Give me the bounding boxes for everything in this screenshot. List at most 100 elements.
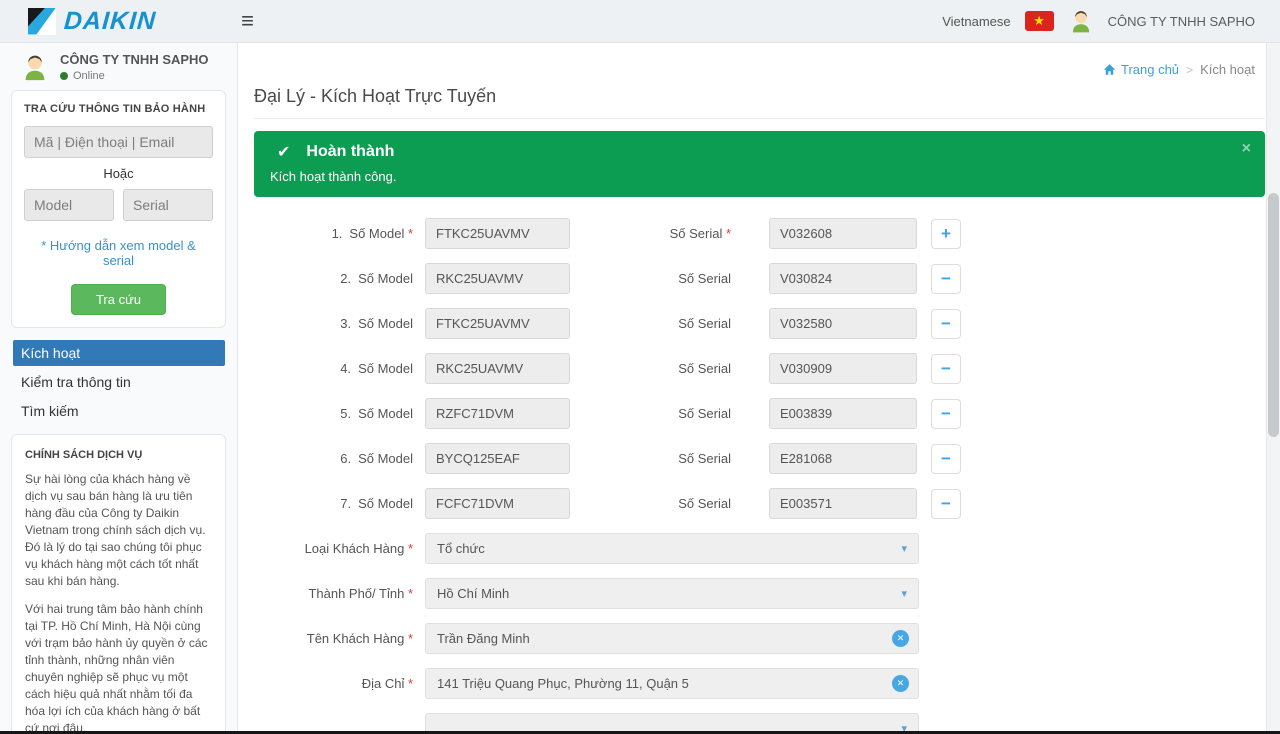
topbar-user-name[interactable]: CÔNG TY TNHH SAPHO [1108, 14, 1255, 29]
form-field-row: Tên Khách Hàng * Trần Đăng Minh ✕ [254, 623, 1265, 654]
service-policy-card: CHÍNH SÁCH DỊCH VỤ Sự hài lòng của khách… [11, 434, 226, 734]
serial-input[interactable] [769, 263, 917, 294]
serial-input[interactable] [769, 218, 917, 249]
model-label: 4.Số Model * [254, 361, 413, 376]
select-field[interactable]: Tổ chức ▾ [425, 533, 919, 564]
device-row: 6.Số Model * Số Serial * − [254, 443, 1265, 474]
field-value: 141 Triệu Quang Phục, Phường 11, Quận 5 [437, 676, 689, 691]
remove-row-button[interactable]: − [931, 489, 961, 519]
sidebar-user: CÔNG TY TNHH SAPHO Online [0, 43, 237, 90]
model-input[interactable] [425, 353, 570, 384]
chevron-down-icon: ▾ [901, 587, 907, 600]
serial-label: Số Serial * [611, 496, 731, 511]
form-field-row: Loại Khách Hàng * Tổ chức ▾ [254, 533, 1265, 564]
online-status-dot [60, 72, 68, 80]
field-label: Loại Khách Hàng * [254, 541, 413, 556]
model-label: 6.Số Model * [254, 451, 413, 466]
code-phone-email-input[interactable] [24, 126, 213, 158]
model-input[interactable] [425, 308, 570, 339]
serial-label: Số Serial * [611, 316, 731, 331]
policy-paragraph: Sự hài lòng của khách hàng về dịch vụ sa… [25, 471, 212, 590]
serial-label: Số Serial * [611, 226, 731, 241]
serial-label: Số Serial * [611, 271, 731, 286]
main-content: Trang chủ > Kích hoạt Đại Lý - Kích Hoạt… [237, 43, 1280, 734]
model-input[interactable] [425, 443, 570, 474]
serial-input[interactable] [769, 308, 917, 339]
alert-title: Hoàn thành [306, 143, 394, 161]
remove-row-button[interactable]: − [931, 354, 961, 384]
sidebar-menu-item[interactable]: Kích hoạt [13, 340, 225, 366]
daikin-logo-text: DAIKIN [63, 7, 157, 36]
device-row: 1.Số Model * Số Serial * + [254, 218, 1265, 249]
serial-input[interactable] [769, 443, 917, 474]
vertical-scrollbar [1266, 43, 1280, 731]
field-value: Tổ chức [437, 541, 485, 556]
serial-input[interactable] [769, 488, 917, 519]
sidebar-menu: Kích hoạt Kiểm tra thông tin Tìm kiếm [13, 340, 225, 424]
field-label: Địa Chỉ * [254, 676, 413, 691]
alert-message: Kích hoạt thành công. [270, 169, 1249, 184]
warranty-search-card: TRA CỨU THÔNG TIN BẢO HÀNH Hoặc * Hướng … [11, 90, 226, 328]
scrollbar-thumb[interactable] [1268, 193, 1279, 437]
breadcrumb-current: Kích hoạt [1200, 62, 1255, 77]
breadcrumb-home-link[interactable]: Trang chủ [1103, 62, 1179, 77]
remove-row-button[interactable]: − [931, 309, 961, 339]
vietnam-flag-icon[interactable]: ★ [1025, 11, 1054, 31]
daikin-logo-icon [28, 8, 56, 35]
sidebar-menu-item[interactable]: Kiểm tra thông tin [13, 369, 225, 395]
device-row: 5.Số Model * Số Serial * − [254, 398, 1265, 429]
serial-label: Số Serial * [611, 406, 731, 421]
clear-field-icon[interactable]: ✕ [892, 675, 909, 692]
remove-row-button[interactable]: − [931, 399, 961, 429]
remove-row-button[interactable]: − [931, 444, 961, 474]
online-status-label: Online [73, 70, 105, 82]
model-serial-guide-link[interactable]: * Hướng dẫn xem model & serial [24, 238, 213, 268]
field-value: Hồ Chí Minh [437, 586, 509, 601]
hamburger-icon[interactable]: ≡ [241, 10, 254, 32]
form-field-row: Địa Chỉ * 141 Triệu Quang Phục, Phường 1… [254, 668, 1265, 699]
model-label: 5.Số Model * [254, 406, 413, 421]
search-card-title: TRA CỨU THÔNG TIN BẢO HÀNH [24, 103, 213, 115]
language-label[interactable]: Vietnamese [942, 14, 1010, 29]
topbar: DAIKIN ≡ Vietnamese ★ CÔNG TY TNHH SAPHO [0, 0, 1280, 43]
title-divider [254, 118, 1265, 119]
close-icon[interactable]: × [1242, 141, 1251, 157]
chevron-down-icon: ▾ [901, 542, 907, 555]
model-input[interactable] [425, 218, 570, 249]
search-button[interactable]: Tra cứu [71, 284, 166, 315]
home-icon [1103, 63, 1116, 76]
device-row: 3.Số Model * Số Serial * − [254, 308, 1265, 339]
user-avatar[interactable] [1068, 8, 1094, 34]
sidebar-user-name: CÔNG TY TNHH SAPHO [60, 52, 209, 67]
field-label: Thành Phố/ Tỉnh * [254, 586, 413, 601]
model-label: 2.Số Model * [254, 271, 413, 286]
model-input[interactable] [425, 263, 570, 294]
device-row: 4.Số Model * Số Serial * − [254, 353, 1265, 384]
model-input[interactable] [425, 488, 570, 519]
check-icon: ✔ [277, 142, 290, 162]
model-input[interactable] [425, 398, 570, 429]
serial-label: Số Serial * [611, 361, 731, 376]
add-row-button[interactable]: + [931, 219, 961, 249]
field-value: Trần Đăng Minh [437, 631, 530, 646]
breadcrumb: Trang chủ > Kích hoạt [254, 62, 1255, 77]
select-field[interactable]: Hồ Chí Minh ▾ [425, 578, 919, 609]
serial-input[interactable] [769, 398, 917, 429]
text-field[interactable]: 141 Triệu Quang Phục, Phường 11, Quận 5 … [425, 668, 919, 699]
sidebar-menu-item[interactable]: Tìm kiếm [13, 398, 225, 424]
activation-form: 1.Số Model * Số Serial * + 2.Số Model * … [254, 218, 1265, 734]
device-row: 2.Số Model * Số Serial * − [254, 263, 1265, 294]
model-search-input[interactable] [24, 189, 114, 221]
field-label: Tên Khách Hàng * [254, 631, 413, 646]
text-field[interactable]: Trần Đăng Minh ✕ [425, 623, 919, 654]
page-title: Đại Lý - Kích Hoạt Trực Tuyến [254, 86, 1265, 107]
serial-input[interactable] [769, 353, 917, 384]
remove-row-button[interactable]: − [931, 264, 961, 294]
clear-field-icon[interactable]: ✕ [892, 630, 909, 647]
model-label: 3.Số Model * [254, 316, 413, 331]
sidebar: CÔNG TY TNHH SAPHO Online TRA CỨU THÔNG … [0, 43, 237, 734]
success-alert: ✔ Hoàn thành × Kích hoạt thành công. [254, 131, 1265, 197]
serial-search-input[interactable] [123, 189, 213, 221]
form-field-row: Thành Phố/ Tỉnh * Hồ Chí Minh ▾ [254, 578, 1265, 609]
model-label: 1.Số Model * [254, 226, 413, 241]
